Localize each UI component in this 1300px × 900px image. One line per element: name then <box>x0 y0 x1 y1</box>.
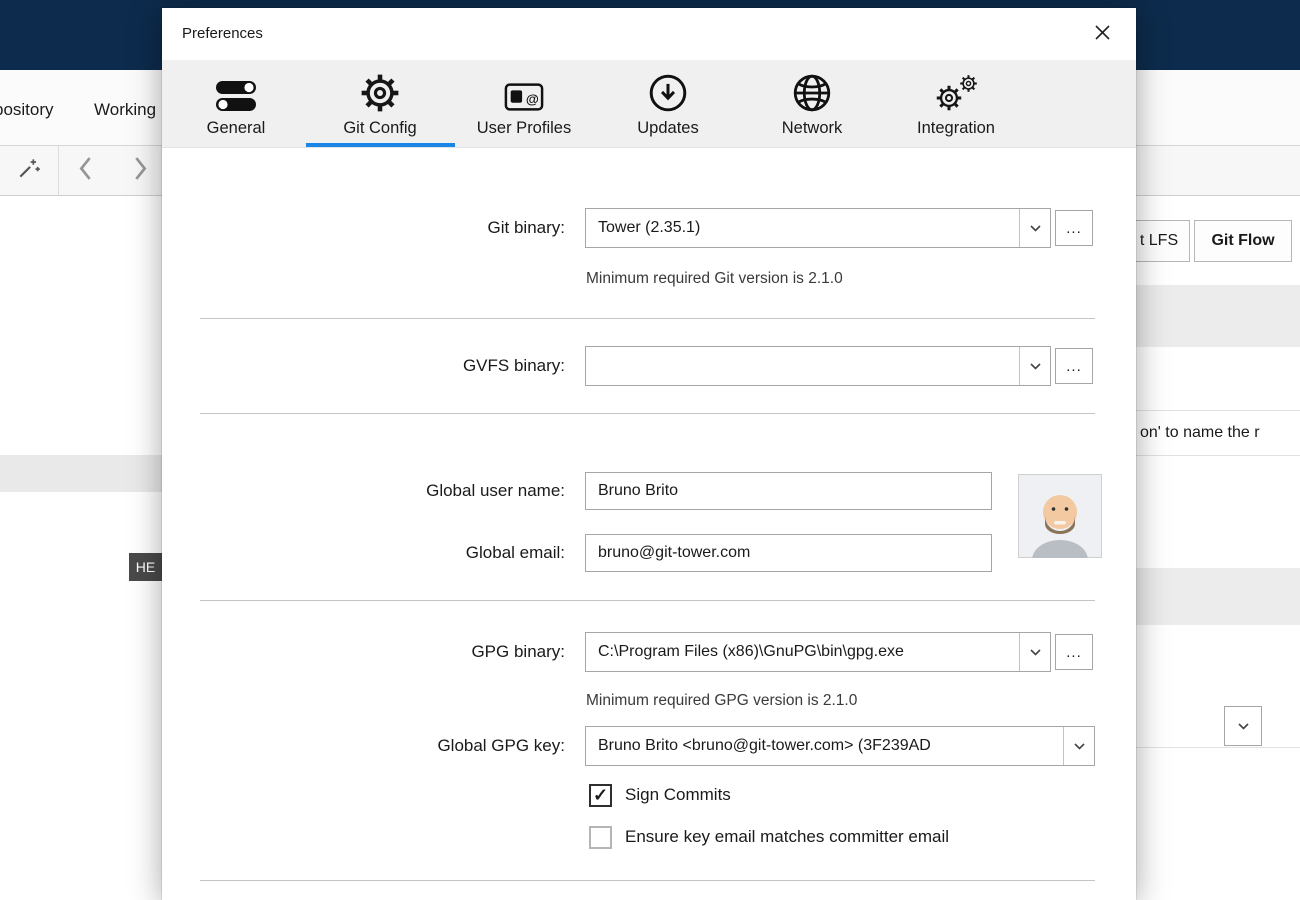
gvfs-binary-select[interactable] <box>585 346 1051 386</box>
sign-commits-label: Sign Commits <box>625 785 731 804</box>
background-dropdown[interactable] <box>1224 706 1262 746</box>
section-divider <box>200 318 1095 319</box>
section-divider <box>200 880 1095 881</box>
gvfs-binary-browse-button[interactable]: ... <box>1055 348 1093 384</box>
background-partial-text: on' to name the r <box>1136 410 1300 456</box>
global-gpg-key-value: Bruno Brito <bruno@git-tower.com> (3F239… <box>598 737 931 754</box>
toggles-icon <box>213 68 259 114</box>
chevron-down-icon <box>1063 727 1094 765</box>
id-badge-icon: @ <box>504 68 544 114</box>
close-icon <box>1094 25 1110 45</box>
head-badge: HE <box>129 553 162 581</box>
background-row-band <box>1136 568 1300 625</box>
git-binary-browse-button[interactable]: ... <box>1055 210 1093 246</box>
background-row-band <box>1136 285 1300 347</box>
git-lfs-button[interactable]: t LFS <box>1128 220 1190 262</box>
ensure-key-email-checkbox[interactable] <box>589 825 612 849</box>
tab-label: General <box>206 119 266 137</box>
gpg-binary-browse-button[interactable]: ... <box>1055 634 1093 670</box>
global-gpg-key-label: Global GPG key: <box>437 736 565 755</box>
tab-user-profiles[interactable]: @ User Profiles <box>452 60 596 147</box>
section-divider <box>200 413 1095 414</box>
tab-network[interactable]: Network <box>740 60 884 147</box>
chevron-down-icon <box>1237 717 1249 735</box>
preferences-tab-bar: General Git Config @ User Profiles Updat… <box>162 60 1136 148</box>
gear-icon <box>359 68 401 114</box>
svg-text:@: @ <box>526 92 539 107</box>
chevron-down-icon <box>1019 347 1050 385</box>
sign-commits-checkbox[interactable]: ✓ <box>589 783 612 807</box>
background-row-band <box>0 455 162 492</box>
ensure-key-email-row: Ensure key email matches committer email <box>589 824 949 850</box>
git-binary-label: Git binary: <box>487 218 565 237</box>
gpg-version-help: Minimum required GPG version is 2.1.0 <box>586 692 858 709</box>
preferences-dialog: Preferences General Git Config @ User Pr… <box>162 8 1136 900</box>
tab-label: User Profiles <box>476 119 572 137</box>
global-email-label: Global email: <box>465 543 565 562</box>
chevron-down-icon <box>1019 633 1050 671</box>
git-binary-select[interactable]: Tower (2.35.1) <box>585 208 1051 248</box>
screen: pository Working t LFS G <box>0 0 1300 900</box>
chevron-down-icon <box>1019 209 1050 247</box>
gpg-binary-value: C:\Program Files (x86)\GnuPG\bin\gpg.exe <box>598 643 904 660</box>
background-row-separator <box>1136 747 1300 748</box>
tab-label: Updates <box>637 119 699 137</box>
close-button[interactable] <box>1088 22 1116 48</box>
menu-item-working-copy[interactable]: Working <box>94 100 156 120</box>
tab-integration[interactable]: Integration <box>884 60 1028 147</box>
tab-updates[interactable]: Updates <box>596 60 740 147</box>
global-user-name-input[interactable] <box>585 472 992 510</box>
dialog-title: Preferences <box>182 25 263 42</box>
double-gear-icon <box>933 68 979 114</box>
section-divider <box>200 600 1095 601</box>
git-version-help: Minimum required Git version is 2.1.0 <box>586 270 843 287</box>
gvfs-binary-value <box>586 347 1019 385</box>
gpg-binary-select[interactable]: C:\Program Files (x86)\GnuPG\bin\gpg.exe <box>585 632 1051 672</box>
back-button[interactable] <box>78 156 93 186</box>
avatar <box>1018 474 1102 580</box>
tab-git-config[interactable]: Git Config <box>306 60 455 147</box>
history-nav <box>58 146 169 195</box>
tab-label: Network <box>781 119 843 137</box>
gpg-binary-label: GPG binary: <box>471 642 565 661</box>
forward-button[interactable] <box>133 156 148 186</box>
download-circle-icon <box>647 68 689 114</box>
tab-label: Git Config <box>343 119 417 137</box>
git-binary-value: Tower (2.35.1) <box>598 219 701 236</box>
menu-item-repository[interactable]: pository <box>0 100 54 120</box>
global-email-input[interactable] <box>585 534 992 572</box>
tab-general[interactable]: General <box>164 60 308 147</box>
gvfs-binary-label: GVFS binary: <box>462 356 565 375</box>
magic-wand-icon <box>16 155 42 186</box>
global-gpg-key-select[interactable]: Bruno Brito <bruno@git-tower.com> (3F239… <box>585 726 1095 766</box>
global-user-name-label: Global user name: <box>426 481 565 500</box>
ensure-key-email-label: Ensure key email matches committer email <box>625 827 950 846</box>
globe-icon <box>791 68 833 114</box>
tab-label: Integration <box>917 119 995 137</box>
git-flow-button[interactable]: Git Flow <box>1194 220 1292 262</box>
sign-commits-row: ✓ Sign Commits <box>589 782 731 808</box>
quick-actions-button[interactable] <box>0 146 59 195</box>
